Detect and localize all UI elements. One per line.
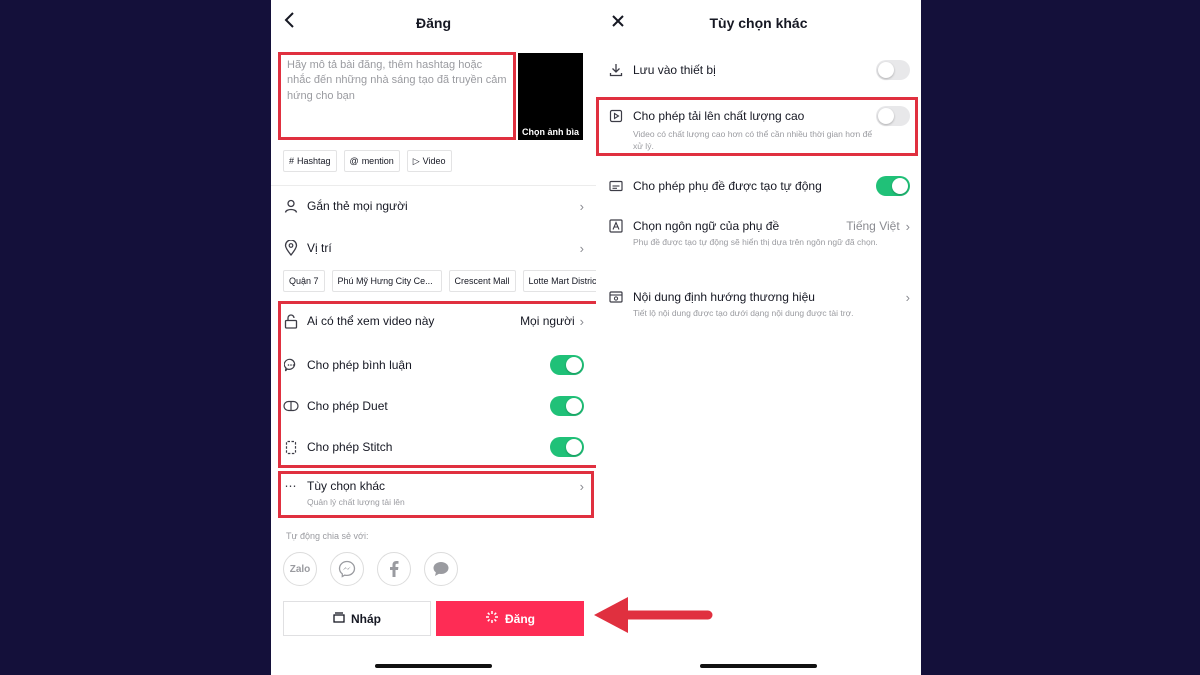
duet-toggle-row: Cho phép Duet: [283, 396, 584, 416]
location-chip[interactable]: Crescent Mall: [448, 270, 516, 292]
stitch-icon: [283, 439, 299, 455]
page-title: Đăng: [416, 15, 451, 31]
auto-captions-toggle[interactable]: [876, 176, 910, 196]
page-title: Tùy chọn khác: [709, 15, 808, 31]
hq-upload-row: Cho phép tải lên chất lượng cao Video có…: [608, 106, 910, 153]
auto-captions-label: Cho phép phụ đề được tạo tự động: [633, 179, 822, 193]
location-chips: Quận 7 Phú Mỹ Hưng City Ce... Crescent M…: [283, 270, 596, 292]
home-indicator: [375, 664, 492, 668]
chevron-right-icon: ›: [905, 289, 910, 305]
stitch-toggle[interactable]: [550, 437, 584, 457]
zalo-icon[interactable]: Zalo: [283, 552, 317, 586]
messenger-icon[interactable]: [330, 552, 364, 586]
comments-label: Cho phép bình luận: [307, 358, 412, 372]
hq-video-icon: [608, 108, 624, 124]
duet-icon: [283, 398, 299, 414]
home-indicator: [700, 664, 817, 668]
drafts-icon: [333, 611, 345, 626]
privacy-label: Ai có thể xem video này: [307, 314, 435, 328]
captions-icon: [608, 178, 624, 194]
chevron-right-icon: ›: [579, 313, 584, 329]
video-chip[interactable]: ▷ Video: [406, 150, 452, 172]
tag-people-row[interactable]: Gắn thẻ mọi người ›: [283, 198, 584, 214]
caption-language-label: Chọn ngôn ngữ của phụ đề: [633, 219, 780, 233]
sparkle-icon: [485, 610, 499, 627]
share-targets: Zalo: [283, 552, 458, 586]
chevron-right-icon: ›: [579, 240, 584, 256]
hq-upload-label: Cho phép tải lên chất lượng cao: [633, 109, 805, 123]
message-icon[interactable]: [424, 552, 458, 586]
duet-toggle[interactable]: [550, 396, 584, 416]
more-options-label: Tùy chọn khác: [307, 479, 386, 493]
chevron-right-icon: ›: [905, 218, 910, 234]
caption-language-row[interactable]: Chọn ngôn ngữ của phụ đề Tiếng Việt › Ph…: [608, 218, 910, 249]
chevron-right-icon: ›: [579, 478, 584, 494]
play-icon: ▷: [412, 155, 420, 166]
location-pin-icon: [283, 240, 299, 256]
cover-label: Chọn ảnh bìa: [522, 127, 579, 137]
location-chip[interactable]: Quận 7: [283, 270, 325, 292]
hashtag-icon: #: [289, 156, 295, 166]
branded-content-icon: [608, 289, 624, 305]
divider: [271, 185, 596, 186]
comments-toggle-row: Cho phép bình luận: [283, 355, 584, 375]
post-screen: Đăng Hãy mô tả bài đăng, thêm hashtag ho…: [271, 0, 596, 675]
tag-people-label: Gắn thẻ mọi người: [307, 199, 408, 213]
save-device-row: Lưu vào thiết bị: [608, 60, 910, 80]
facebook-icon[interactable]: [377, 552, 411, 586]
post-label: Đăng: [505, 611, 535, 626]
privacy-value: Mọi người: [520, 314, 575, 328]
branded-content-row[interactable]: Nội dung định hướng thương hiệu › Tiết l…: [608, 289, 910, 320]
chip-row: # Hashtag @ mention ▷ Video: [283, 150, 452, 172]
branded-content-sub: Tiết lộ nội dung được tạo dưới dạng nội …: [633, 308, 854, 318]
save-device-label: Lưu vào thiết bị: [633, 63, 716, 77]
language-icon: [608, 218, 624, 234]
red-arrow-icon: [594, 597, 713, 633]
save-device-toggle[interactable]: [876, 60, 910, 80]
post-button[interactable]: Đăng: [436, 601, 584, 636]
more-options-sub: Quản lý chất lượng tải lên: [307, 497, 405, 507]
stitch-label: Cho phép Stitch: [307, 440, 393, 454]
caption-language-sub: Phụ đề được tạo tự động sẽ hiển thị dựa …: [633, 237, 878, 247]
download-icon: [608, 62, 624, 78]
stitch-toggle-row: Cho phép Stitch: [283, 437, 584, 457]
location-row[interactable]: Vị trí ›: [283, 240, 584, 256]
cover-thumbnail[interactable]: Chọn ảnh bìa: [518, 53, 583, 140]
more-dots-icon: ⋯: [284, 479, 298, 493]
hq-upload-toggle[interactable]: [876, 106, 910, 126]
comment-icon: [283, 357, 299, 373]
hq-upload-sub: Video có chất lượng cao hơn có thể cần n…: [633, 129, 873, 151]
draft-button[interactable]: Nháp: [283, 601, 431, 636]
caption-input[interactable]: Hãy mô tả bài đăng, thêm hashtag hoặc nh…: [278, 52, 516, 140]
hashtag-chip[interactable]: # Hashtag: [283, 150, 337, 172]
duet-label: Cho phép Duet: [307, 399, 388, 413]
draft-label: Nháp: [351, 611, 381, 626]
lock-icon: [283, 313, 299, 329]
person-icon: [283, 198, 299, 214]
comments-toggle[interactable]: [550, 355, 584, 375]
privacy-row[interactable]: Ai có thể xem video này Mọi người ›: [283, 313, 584, 329]
more-options-row[interactable]: ⋯ Tùy chọn khác › Quản lý chất lượng tải…: [283, 478, 585, 509]
location-label: Vị trí: [307, 241, 332, 255]
location-chip[interactable]: Lotte Mart Distric: [522, 270, 596, 292]
chevron-right-icon: ›: [579, 198, 584, 214]
at-icon: @: [349, 156, 359, 166]
auto-captions-row: Cho phép phụ đề được tạo tự động: [608, 176, 910, 196]
branded-content-label: Nội dung định hướng thương hiệu: [633, 290, 815, 304]
auto-share-label: Tự động chia sẻ với:: [286, 531, 369, 541]
caption-language-value: Tiếng Việt: [846, 219, 900, 233]
more-options-screen: Tùy chọn khác Lưu vào thiết bị Cho phép …: [596, 0, 921, 675]
location-chip[interactable]: Phú Mỹ Hưng City Ce...: [331, 270, 442, 292]
mention-chip[interactable]: @ mention: [343, 150, 400, 172]
